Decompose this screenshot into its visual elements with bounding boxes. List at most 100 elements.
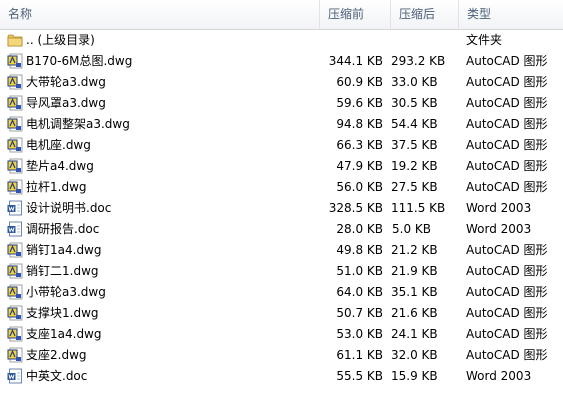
file-row[interactable]: B170-6M总图.dwg 344.1 KB 293.2 KB AutoCAD 图形 (0, 51, 563, 72)
packed-size: 49.8 KB (336, 243, 383, 257)
file-type: AutoCAD 图形 (466, 243, 548, 257)
autocad-file-icon (7, 284, 23, 300)
autocad-file-icon (7, 74, 23, 90)
packed-size: 66.3 KB (336, 138, 383, 152)
file-name: 垫片a4.dwg (26, 159, 94, 173)
file-row[interactable]: 销钉1a4.dwg 49.8 KB 21.2 KB AutoCAD 图形 (0, 240, 563, 261)
packed-size: 28.0 KB (336, 222, 383, 236)
packed-size: 53.0 KB (336, 327, 383, 341)
file-type: Word 2003 (466, 369, 532, 383)
file-type: AutoCAD 图形 (466, 348, 548, 362)
file-name: 支座1a4.dwg (26, 327, 102, 341)
file-row[interactable]: 调研报告.doc 28.0 KB 5.0 KB Word 2003 (0, 219, 563, 240)
file-name: 支撑块1.dwg (26, 306, 99, 320)
original-size: 35.1 KB (391, 285, 438, 299)
file-row[interactable]: 垫片a4.dwg 47.9 KB 19.2 KB AutoCAD 图形 (0, 156, 563, 177)
original-size: 111.5 KB (391, 201, 446, 215)
file-type: AutoCAD 图形 (466, 327, 548, 341)
word-file-icon (7, 221, 23, 237)
packed-size: 64.0 KB (336, 285, 383, 299)
original-size: 19.2 KB (391, 159, 438, 173)
autocad-file-icon (7, 263, 23, 279)
autocad-file-icon (7, 116, 23, 132)
file-row[interactable]: 销钉二1.dwg 51.0 KB 21.9 KB AutoCAD 图形 (0, 261, 563, 282)
autocad-file-icon (7, 305, 23, 321)
autocad-file-icon (7, 158, 23, 174)
column-header-packed-size[interactable]: 压缩前 (320, 0, 391, 29)
file-type: AutoCAD 图形 (466, 180, 548, 194)
word-file-icon (7, 368, 23, 384)
file-name: 大带轮a3.dwg (26, 75, 106, 89)
original-size: 33.0 KB (391, 75, 438, 89)
file-name: 销钉二1.dwg (26, 264, 99, 278)
file-row[interactable]: 中英文.doc 55.5 KB 15.9 KB Word 2003 (0, 366, 563, 387)
file-type: 文件夹 (466, 33, 503, 47)
packed-size: 56.0 KB (336, 180, 383, 194)
packed-size: 60.9 KB (336, 75, 383, 89)
file-row[interactable]: 大带轮a3.dwg 60.9 KB 33.0 KB AutoCAD 图形 (0, 72, 563, 93)
packed-size: 50.7 KB (336, 306, 383, 320)
file-type: AutoCAD 图形 (466, 54, 548, 68)
file-row[interactable]: 设计说明书.doc 328.5 KB 111.5 KB Word 2003 (0, 198, 563, 219)
autocad-file-icon (7, 179, 23, 195)
original-size: 21.9 KB (391, 264, 438, 278)
original-size: 21.6 KB (391, 306, 438, 320)
file-row[interactable]: 电机调整架a3.dwg 94.8 KB 54.4 KB AutoCAD 图形 (0, 114, 563, 135)
file-row[interactable]: 导风罩a3.dwg 59.6 KB 30.5 KB AutoCAD 图形 (0, 93, 563, 114)
file-row[interactable]: .. (上级目录) 文件夹 (0, 30, 563, 51)
file-type: AutoCAD 图形 (466, 117, 548, 131)
file-name: 支座2.dwg (26, 348, 87, 362)
original-size: 54.4 KB (391, 117, 438, 131)
original-size: 37.5 KB (391, 138, 438, 152)
original-size: 5.0 KB (392, 222, 431, 236)
file-name: .. (上级目录) (26, 33, 95, 47)
file-row[interactable]: 支座2.dwg 61.1 KB 32.0 KB AutoCAD 图形 (0, 345, 563, 366)
column-header-name[interactable]: 名称 (0, 0, 320, 29)
original-size: 32.0 KB (391, 348, 438, 362)
autocad-file-icon (7, 326, 23, 342)
file-list: .. (上级目录) 文件夹 B170-6M总图.dwg 344.1 KB 293.2 K… (0, 30, 563, 387)
file-type: Word 2003 (466, 222, 532, 236)
autocad-file-icon (7, 242, 23, 258)
packed-size: 47.9 KB (336, 159, 383, 173)
file-name: 拉杆1.dwg (26, 180, 87, 194)
original-size: 27.5 KB (391, 180, 438, 194)
packed-size: 328.5 KB (328, 201, 383, 215)
column-header-original-size[interactable]: 压缩后 (391, 0, 459, 29)
original-size: 293.2 KB (391, 54, 446, 68)
file-name: B170-6M总图.dwg (26, 54, 133, 68)
file-row[interactable]: 拉杆1.dwg 56.0 KB 27.5 KB AutoCAD 图形 (0, 177, 563, 198)
file-type: AutoCAD 图形 (466, 75, 548, 89)
autocad-file-icon (7, 137, 23, 153)
autocad-file-icon (7, 53, 23, 69)
file-row[interactable]: 小带轮a3.dwg 64.0 KB 35.1 KB AutoCAD 图形 (0, 282, 563, 303)
file-type: AutoCAD 图形 (466, 138, 548, 152)
file-row[interactable]: 支撑块1.dwg 50.7 KB 21.6 KB AutoCAD 图形 (0, 303, 563, 324)
packed-size: 51.0 KB (336, 264, 383, 278)
file-type: Word 2003 (466, 201, 532, 215)
packed-size: 55.5 KB (336, 369, 383, 383)
file-name: 调研报告.doc (26, 222, 100, 236)
file-type: AutoCAD 图形 (466, 285, 548, 299)
file-name: 中英文.doc (26, 369, 88, 383)
file-row[interactable]: 支座1a4.dwg 53.0 KB 24.1 KB AutoCAD 图形 (0, 324, 563, 345)
word-file-icon (7, 200, 23, 216)
file-row[interactable]: 电机座.dwg 66.3 KB 37.5 KB AutoCAD 图形 (0, 135, 563, 156)
file-name: 电机座.dwg (26, 138, 91, 152)
file-type: AutoCAD 图形 (466, 96, 548, 110)
original-size: 24.1 KB (391, 327, 438, 341)
packed-size: 59.6 KB (336, 96, 383, 110)
packed-size: 344.1 KB (328, 54, 383, 68)
file-name: 小带轮a3.dwg (26, 285, 106, 299)
file-type: AutoCAD 图形 (466, 264, 548, 278)
autocad-file-icon (7, 95, 23, 111)
file-name: 设计说明书.doc (26, 201, 112, 215)
file-name: 电机调整架a3.dwg (26, 117, 130, 131)
file-type: AutoCAD 图形 (466, 159, 548, 173)
file-type: AutoCAD 图形 (466, 306, 548, 320)
column-header-type[interactable]: 类型 (459, 0, 563, 29)
autocad-file-icon (7, 347, 23, 363)
packed-size: 61.1 KB (336, 348, 383, 362)
packed-size: 94.8 KB (336, 117, 383, 131)
folder-icon (7, 32, 23, 48)
